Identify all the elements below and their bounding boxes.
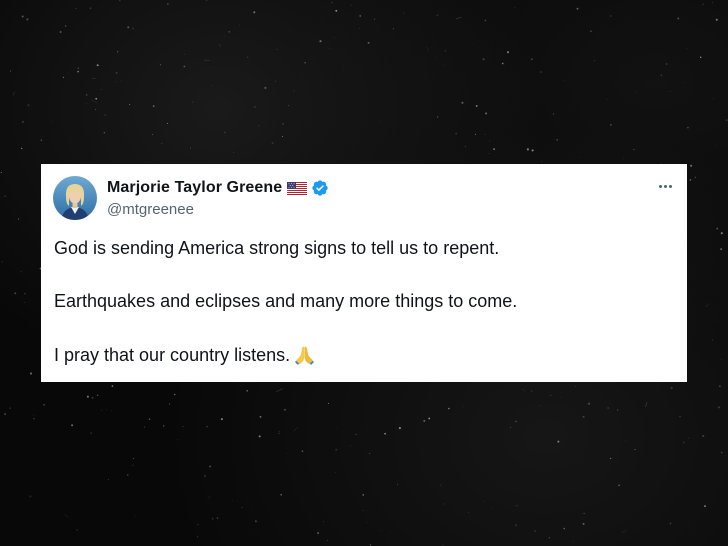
more-options-icon[interactable] — [655, 178, 675, 194]
tweet-text-line: I pray that our country listens. — [54, 345, 291, 365]
avatar[interactable] — [53, 176, 97, 220]
tweet-text-line: God is sending America strong signs to t… — [54, 238, 500, 258]
author-handle[interactable]: @mtgreenee — [107, 201, 194, 218]
author-display-name[interactable]: Marjorie Taylor Greene — [107, 179, 282, 197]
us-flag-icon — [287, 181, 308, 195]
folded-hands-icon — [294, 344, 315, 365]
verified-badge-icon[interactable] — [311, 179, 329, 197]
tweet-text-line: Earthquakes and eclipses and many more t… — [54, 291, 518, 311]
author-name-row: Marjorie Taylor Greene — [107, 178, 329, 198]
tweet-card: Marjorie Taylor Greene @mtgreenee God is… — [41, 164, 687, 382]
tweet-text-line-with-emoji: I pray that our country listens. — [54, 344, 664, 366]
